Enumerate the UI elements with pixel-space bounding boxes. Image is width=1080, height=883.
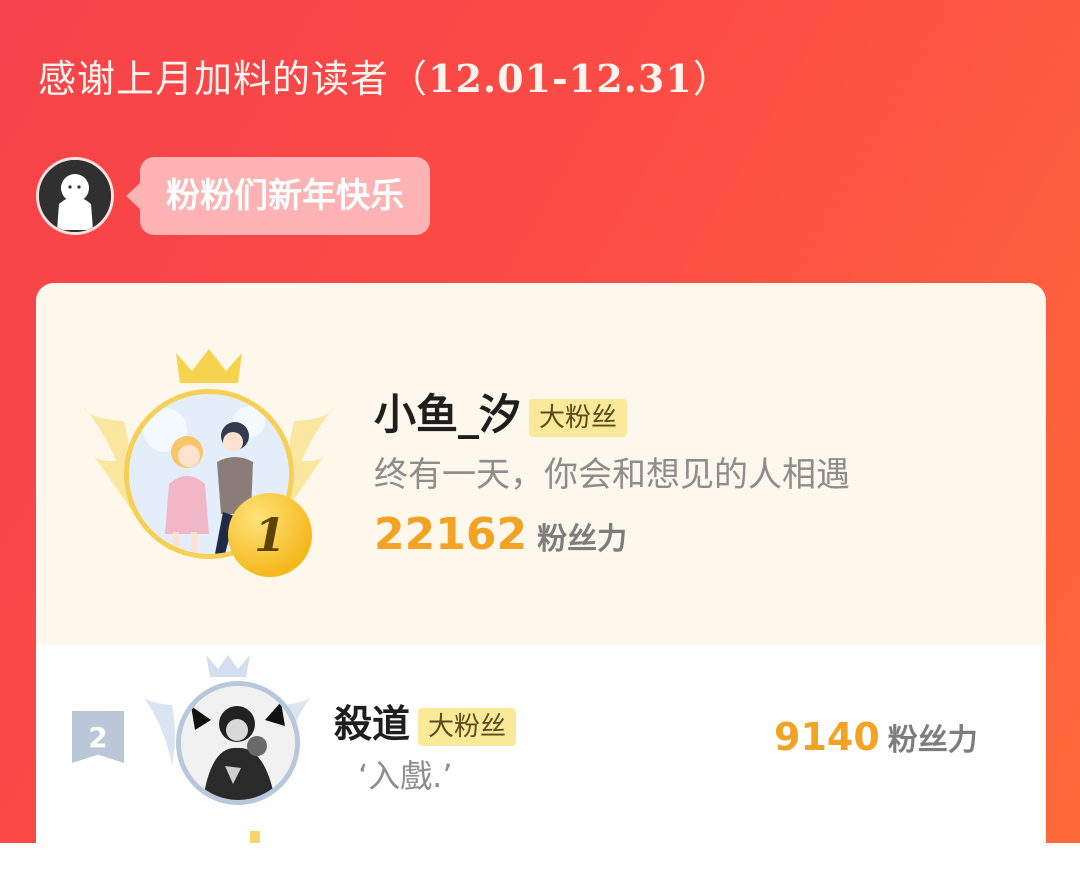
rank-2-ribbon: 2 [72, 711, 124, 763]
author-avatar[interactable] [36, 157, 114, 235]
rank-1-name[interactable]: 小鱼_汐 大粉丝 [374, 381, 628, 442]
rank-2-motto: ‘入戲.’ [358, 757, 453, 795]
title-paren-close: ） [692, 57, 732, 101]
title-date-range: 12.01-12.31 [428, 56, 693, 101]
rank-1-score-unit: 粉丝力 [537, 522, 628, 557]
message-text: 粉粉们新年快乐 [166, 176, 404, 216]
rank-2-username: 殺道 [334, 702, 411, 746]
page-title: 感谢上月加料的读者（12.01-12.31） [38, 48, 732, 103]
rank-1-score-value: 22162 [374, 509, 528, 560]
rank-1-motto: 终有一天，你会和想见的人相遇 [374, 455, 850, 495]
title-text: 感谢上月加料的读者 [38, 57, 390, 101]
rank-2-avatar[interactable] [176, 681, 300, 805]
rank-1-fan-badge: 大粉丝 [529, 398, 628, 437]
message-bubble: 粉粉们新年快乐 [126, 157, 430, 235]
rank-1-score: 22162 粉丝力 [374, 509, 627, 560]
rank-2-score-unit: 粉丝力 [887, 723, 978, 758]
title-paren-open: （ [389, 57, 429, 101]
rank-1-number: 1 [253, 508, 286, 562]
rank-2-score: 9140 粉丝力 [774, 715, 978, 759]
rank-1-username: 小鱼_汐 [374, 390, 522, 439]
ghost-avatar-icon [39, 160, 111, 232]
rank-2-fan-badge: 大粉丝 [418, 707, 517, 746]
dark-character-illustration-icon [181, 686, 295, 800]
rank-1-medal: 1 [228, 493, 312, 577]
rank-3-crown-icon [250, 831, 260, 843]
rank-2-score-value: 9140 [774, 715, 880, 759]
ranking-card: 1 小鱼_汐 大粉丝 终有一天，你会和想见的人相遇 22162 粉丝力 2 殺道 大粉… [36, 283, 1046, 883]
rank-2-number: 2 [88, 720, 108, 754]
rank-2-name[interactable]: 殺道 大粉丝 [334, 693, 517, 748]
